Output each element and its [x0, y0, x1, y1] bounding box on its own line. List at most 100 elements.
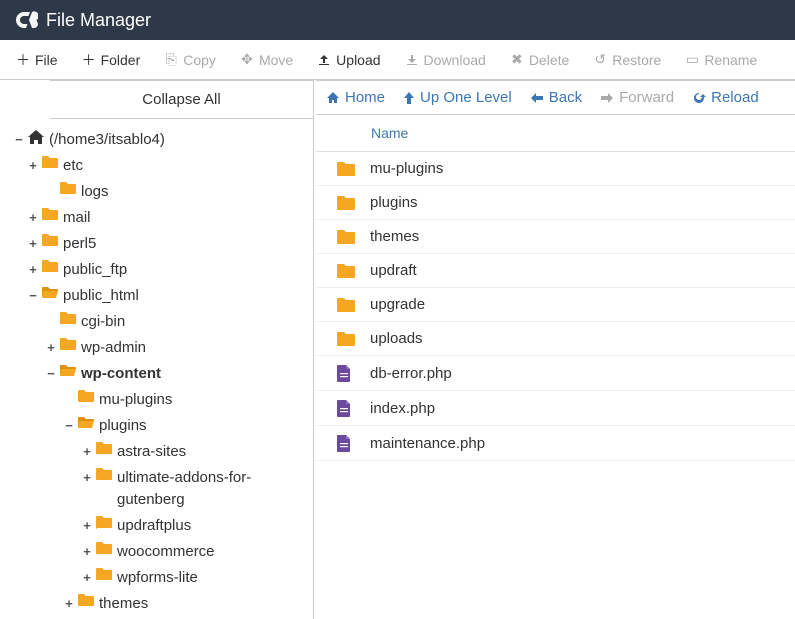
- plus-icon: ＋: [16, 50, 30, 70]
- file-name-label: upgrade: [370, 296, 425, 313]
- tree-item-astra-sites[interactable]: + astra-sites: [4, 439, 307, 465]
- up-one-level-button[interactable]: Up One Level: [403, 89, 512, 106]
- tree-item-woocommerce[interactable]: + woocommerce: [4, 539, 307, 565]
- expand-toggle-icon[interactable]: +: [26, 233, 40, 255]
- plus-icon: ＋: [82, 50, 96, 70]
- expand-toggle-icon[interactable]: +: [80, 515, 94, 537]
- tree-item-public-ftp[interactable]: + public_ftp: [4, 257, 307, 283]
- folder-row[interactable]: upgrade: [316, 288, 795, 322]
- folder-icon: [332, 195, 370, 211]
- collapse-toggle-icon[interactable]: −: [26, 285, 40, 307]
- app-title: File Manager: [46, 10, 151, 31]
- main-toolbar: ＋File ＋Folder ⎘Copy ✥Move Upload Downloa…: [0, 40, 795, 80]
- tree-label: public_html: [60, 285, 139, 307]
- tree-root[interactable]: − (/home3/itsablo4): [4, 127, 307, 153]
- collapse-all-button[interactable]: Collapse All: [50, 80, 313, 119]
- tree-label: etc: [60, 155, 83, 177]
- folder-icon: [76, 389, 96, 403]
- file-row[interactable]: index.php: [316, 391, 795, 426]
- folder-icon: [332, 297, 370, 313]
- tree-item-logs[interactable]: logs: [4, 179, 307, 205]
- expand-toggle-icon[interactable]: +: [80, 567, 94, 589]
- move-icon: ✥: [240, 51, 254, 68]
- expand-toggle-icon[interactable]: +: [80, 541, 94, 563]
- rename-icon: ▭: [685, 51, 699, 68]
- collapse-toggle-icon[interactable]: −: [12, 129, 26, 151]
- tree-item-plugins[interactable]: − plugins: [4, 413, 307, 439]
- file-list: mu-plugins plugins themes updraft upgrade upl…: [316, 152, 795, 461]
- folder-tree-sidebar: Collapse All − (/home3/itsablo4) + etc l…: [0, 80, 314, 619]
- back-button[interactable]: Back: [530, 89, 582, 106]
- tree-item-ultimate-addons[interactable]: + ultimate-addons-for-gutenberg: [4, 465, 307, 513]
- new-folder-button[interactable]: ＋Folder: [70, 44, 153, 76]
- folder-row[interactable]: mu-plugins: [316, 152, 795, 186]
- folder-row[interactable]: plugins: [316, 186, 795, 220]
- tree-item-wpforms-lite[interactable]: + wpforms-lite: [4, 565, 307, 591]
- restore-icon: ↺: [593, 51, 607, 68]
- tree-item-mu-plugins[interactable]: mu-plugins: [4, 387, 307, 413]
- folder-icon: [332, 263, 370, 279]
- app-header: File Manager: [0, 0, 795, 40]
- move-button: ✥Move: [228, 45, 305, 74]
- home-button[interactable]: Home: [326, 89, 385, 106]
- collapse-toggle-icon[interactable]: −: [44, 363, 58, 385]
- tree-label: wp-admin: [78, 337, 146, 359]
- expand-toggle-icon[interactable]: +: [44, 337, 58, 359]
- tree-item-wp-content[interactable]: − wp-content: [4, 361, 307, 387]
- content-navbar: Home Up One Level Back Forward Reload: [316, 81, 795, 115]
- file-name-label: themes: [370, 228, 419, 245]
- expand-toggle-icon[interactable]: +: [26, 259, 40, 281]
- delete-icon: ✖: [510, 51, 524, 68]
- expand-toggle-icon[interactable]: +: [80, 441, 94, 463]
- tree-item-etc[interactable]: + etc: [4, 153, 307, 179]
- cpanel-logo-icon: [14, 8, 38, 32]
- upload-button[interactable]: Upload: [305, 46, 392, 74]
- copy-button: ⎘Copy: [152, 45, 228, 74]
- back-arrow-icon: [530, 92, 544, 104]
- new-file-button[interactable]: ＋File: [4, 44, 70, 76]
- tree-label: (/home3/itsablo4): [46, 129, 165, 151]
- file-name-label: maintenance.php: [370, 435, 485, 452]
- folder-open-icon: [58, 363, 78, 377]
- folder-icon: [94, 467, 114, 481]
- tree-label: cgi-bin: [78, 311, 125, 333]
- tree-item-themes[interactable]: + themes: [4, 591, 307, 617]
- expand-toggle-icon[interactable]: +: [80, 467, 94, 489]
- table-header-name[interactable]: Name: [316, 115, 795, 152]
- reload-button[interactable]: Reload: [692, 89, 759, 106]
- folder-icon: [94, 541, 114, 555]
- tree-item-cgi-bin[interactable]: cgi-bin: [4, 309, 307, 335]
- tree-item-perl5[interactable]: + perl5: [4, 231, 307, 257]
- up-arrow-icon: [403, 91, 415, 105]
- tree-item-updraftplus[interactable]: + updraftplus: [4, 513, 307, 539]
- tree-label: updraftplus: [114, 515, 191, 537]
- tree-item-mail[interactable]: + mail: [4, 205, 307, 231]
- restore-button: ↺Restore: [581, 45, 673, 74]
- folder-row[interactable]: uploads: [316, 322, 795, 356]
- folder-icon: [40, 233, 60, 247]
- tree-item-wp-admin[interactable]: + wp-admin: [4, 335, 307, 361]
- expand-toggle-icon[interactable]: +: [26, 155, 40, 177]
- expand-toggle-icon[interactable]: +: [26, 207, 40, 229]
- forward-arrow-icon: [600, 92, 614, 104]
- file-name-label: db-error.php: [370, 365, 452, 382]
- tree-label: wpforms-lite: [114, 567, 198, 589]
- folder-icon: [332, 161, 370, 177]
- file-row[interactable]: db-error.php: [316, 356, 795, 391]
- file-list-panel: Home Up One Level Back Forward Reload Na…: [316, 80, 795, 619]
- folder-icon: [332, 229, 370, 245]
- folder-icon: [40, 155, 60, 169]
- folder-row[interactable]: themes: [316, 220, 795, 254]
- file-name-label: uploads: [370, 330, 423, 347]
- expand-toggle-icon[interactable]: +: [62, 593, 76, 615]
- file-name-label: plugins: [370, 194, 418, 211]
- file-name-label: index.php: [370, 400, 435, 417]
- folder-row[interactable]: updraft: [316, 254, 795, 288]
- copy-icon: ⎘: [164, 51, 178, 68]
- tree-item-public-html[interactable]: − public_html: [4, 283, 307, 309]
- folder-icon: [58, 181, 78, 195]
- file-row[interactable]: maintenance.php: [316, 426, 795, 461]
- collapse-toggle-icon[interactable]: −: [62, 415, 76, 437]
- tree-label: woocommerce: [114, 541, 215, 563]
- folder-icon: [40, 259, 60, 273]
